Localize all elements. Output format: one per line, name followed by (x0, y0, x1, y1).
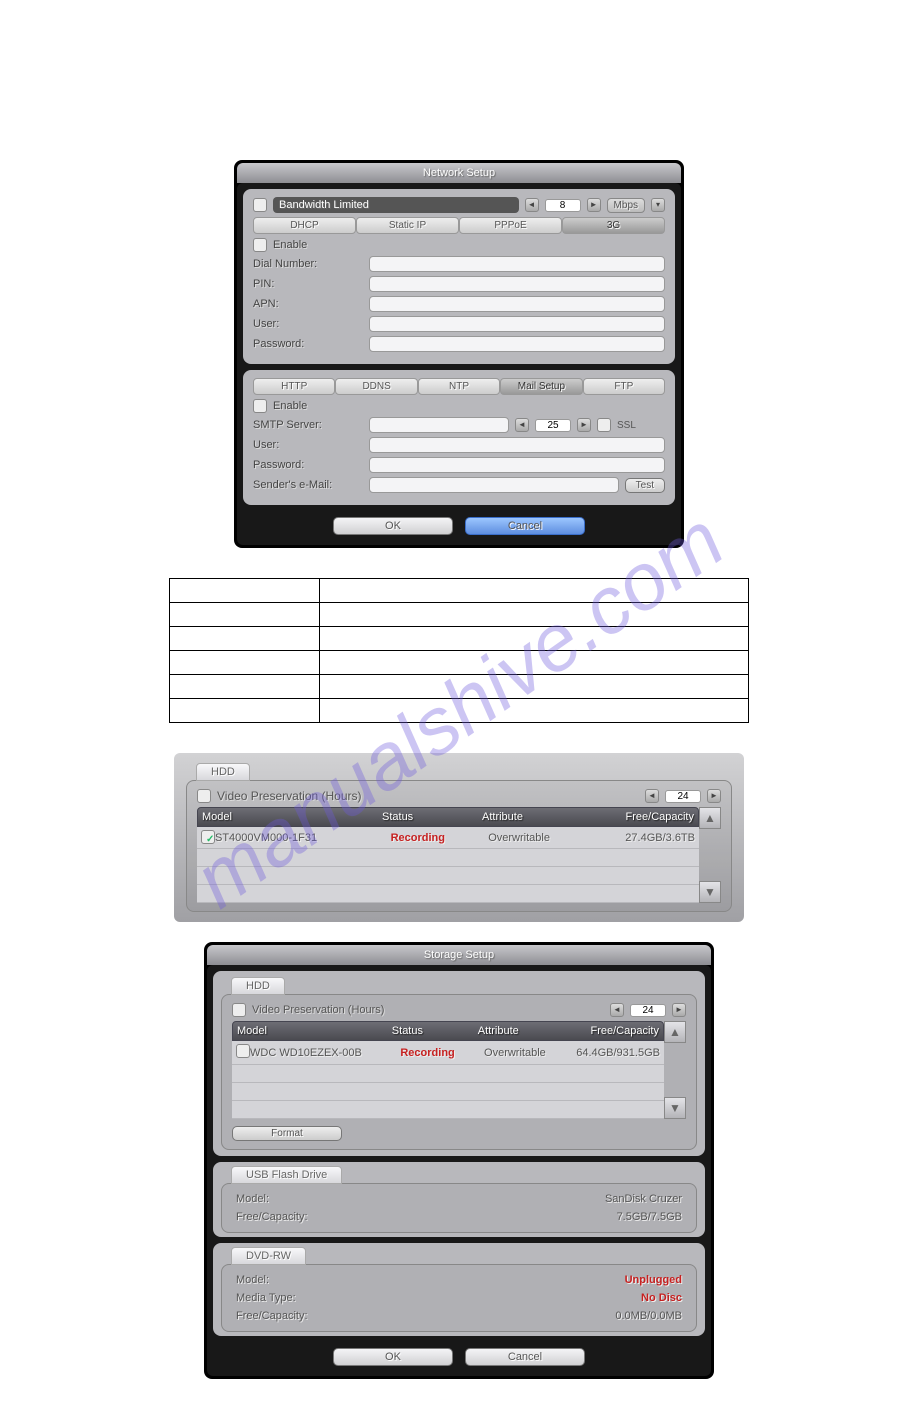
dvd-cap-label: Free/Capacity: (236, 1310, 308, 1322)
hdd-table-header: Model Status Attribute Free/Capacity (197, 807, 699, 827)
pw-3g-input[interactable] (369, 336, 665, 352)
preservation-checkbox[interactable] (197, 789, 211, 803)
scroll-down[interactable]: ▼ (699, 881, 721, 903)
apn-input[interactable] (369, 296, 665, 312)
dvd-media-label: Media Type: (236, 1292, 296, 1304)
tab-ntp[interactable]: NTP (418, 378, 500, 395)
tab-mail[interactable]: Mail Setup (500, 378, 582, 395)
smtp-label: SMTP Server: (253, 419, 363, 431)
hdd-row[interactable]: ST4000VM000-1F31 Recording Overwritable … (197, 827, 699, 849)
storage-title: Storage Setup (207, 945, 711, 965)
storage-hdd-row[interactable]: WDC WD10EZEX-00B Recording Overwritable … (232, 1041, 664, 1065)
empty-row (197, 885, 699, 903)
tab-static-ip[interactable]: Static IP (356, 217, 459, 234)
empty-row (232, 1101, 664, 1119)
pres2-up[interactable]: ► (672, 1003, 686, 1017)
service-tabs: HTTP DDNS NTP Mail Setup FTP (253, 378, 665, 395)
dial-label: Dial Number: (253, 258, 363, 270)
bandwidth-dropdown[interactable]: ▾ (651, 198, 665, 212)
ssl-checkbox[interactable] (597, 418, 611, 432)
dvd-media-value: No Disc (641, 1292, 682, 1304)
dvd-cap-value: 0.0MB/0.0MB (615, 1310, 682, 1322)
usb-cap-value: 7.5GB/7.5GB (617, 1211, 682, 1223)
usb-model-label: Model: (236, 1193, 269, 1205)
pres-down[interactable]: ◄ (645, 789, 659, 803)
tab-ddns[interactable]: DDNS (335, 378, 417, 395)
ok-button[interactable]: OK (333, 517, 453, 535)
enable-3g-label: Enable (273, 239, 383, 251)
port-value: 25 (535, 419, 571, 432)
pw-3g-label: Password: (253, 338, 363, 350)
dvd-model-value: Unplugged (625, 1274, 682, 1286)
scroll-down[interactable]: ▼ (664, 1097, 686, 1119)
test-button[interactable]: Test (625, 478, 665, 493)
sender-input[interactable] (369, 477, 619, 493)
hdd-tab[interactable]: HDD (196, 763, 250, 781)
dialog-title: Network Setup (237, 163, 681, 183)
pres2-down[interactable]: ◄ (610, 1003, 624, 1017)
tab-pppoe[interactable]: PPPoE (459, 217, 562, 234)
tab-http[interactable]: HTTP (253, 378, 335, 395)
ssl-label: SSL (617, 420, 636, 431)
description-table (169, 578, 749, 723)
bandwidth-up[interactable]: ► (587, 198, 601, 212)
pres-value: 24 (665, 790, 701, 803)
bandwidth-label: Bandwidth Limited (273, 197, 519, 213)
pin-label: PIN: (253, 278, 363, 290)
bandwidth-unit: Mbps (607, 198, 645, 213)
apn-label: APN: (253, 298, 363, 310)
connection-tabs: DHCP Static IP PPPoE 3G (253, 217, 665, 234)
bandwidth-value: 8 (545, 199, 581, 212)
scroll-up[interactable]: ▲ (699, 807, 721, 829)
storage-ok-button[interactable]: OK (333, 1348, 453, 1366)
tab-ftp[interactable]: FTP (583, 378, 665, 395)
pres2-checkbox[interactable] (232, 1003, 246, 1017)
smtp-input[interactable] (369, 417, 509, 433)
enable-mail-checkbox[interactable] (253, 399, 267, 413)
empty-row (197, 867, 699, 885)
scroll-up[interactable]: ▲ (664, 1021, 686, 1043)
pres-up[interactable]: ► (707, 789, 721, 803)
dial-input[interactable] (369, 256, 665, 272)
bandwidth-checkbox[interactable] (253, 198, 267, 212)
usb-tab[interactable]: USB Flash Drive (231, 1166, 342, 1184)
pres2-value: 24 (630, 1004, 666, 1017)
port-down[interactable]: ◄ (515, 418, 529, 432)
preservation-label: Video Preservation (Hours) (217, 789, 639, 803)
usb-model-value: SanDisk Cruzer (605, 1193, 682, 1205)
mail-user-label: User: (253, 439, 363, 451)
storage-hdd-header: Model Status Attribute Free/Capacity (232, 1021, 664, 1041)
user-3g-input[interactable] (369, 316, 665, 332)
enable-3g-checkbox[interactable] (253, 238, 267, 252)
hdd-block: HDD Video Preservation (Hours) ◄ 24 ► Mo… (174, 753, 744, 922)
storage-setup-dialog: Storage Setup HDD Video Preservation (Ho… (204, 942, 714, 1379)
mail-pw-input[interactable] (369, 457, 665, 473)
storage-hdd-tab[interactable]: HDD (231, 977, 285, 995)
mail-pw-label: Password: (253, 459, 363, 471)
bandwidth-down[interactable]: ◄ (525, 198, 539, 212)
storage-cancel-button[interactable]: Cancel (465, 1348, 585, 1366)
mail-user-input[interactable] (369, 437, 665, 453)
usb-cap-label: Free/Capacity: (236, 1211, 308, 1223)
empty-row (232, 1065, 664, 1083)
empty-row (197, 849, 699, 867)
pin-input[interactable] (369, 276, 665, 292)
format-button[interactable]: Format (232, 1126, 342, 1141)
pres2-label: Video Preservation (Hours) (252, 1004, 604, 1016)
cancel-button[interactable]: Cancel (465, 517, 585, 535)
network-setup-dialog: Network Setup Bandwidth Limited ◄ 8 ► Mb… (234, 160, 684, 548)
sender-label: Sender's e-Mail: (253, 479, 363, 491)
dvd-tab[interactable]: DVD-RW (231, 1247, 306, 1265)
tab-3g[interactable]: 3G (562, 217, 665, 234)
port-up[interactable]: ► (577, 418, 591, 432)
user-3g-label: User: (253, 318, 363, 330)
empty-row (232, 1083, 664, 1101)
enable-mail-label: Enable (273, 400, 383, 412)
dvd-model-label: Model: (236, 1274, 269, 1286)
tab-dhcp[interactable]: DHCP (253, 217, 356, 234)
